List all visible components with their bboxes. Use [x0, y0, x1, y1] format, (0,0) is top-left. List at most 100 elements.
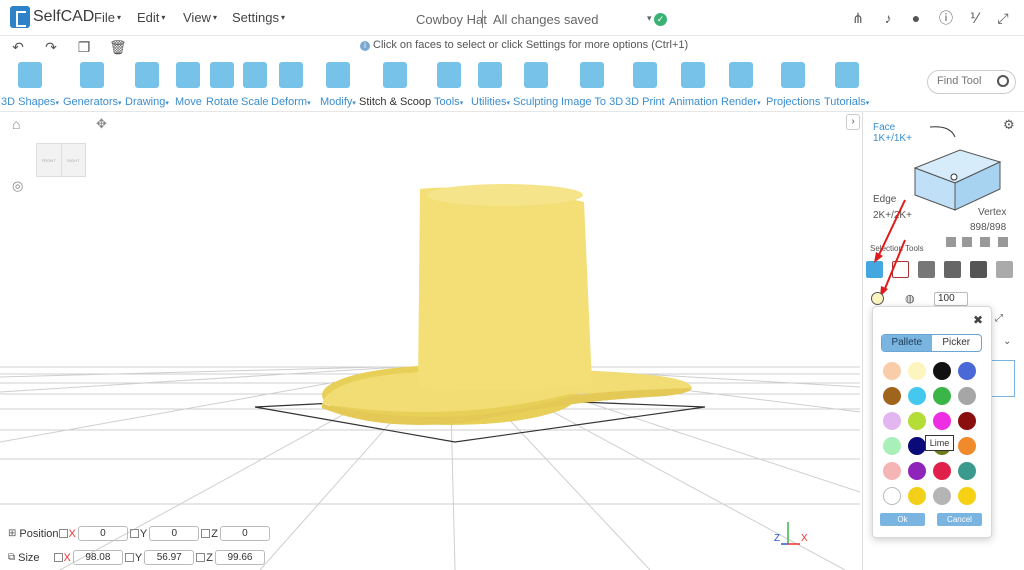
color-swatch[interactable] — [908, 462, 926, 480]
scene-canvas[interactable] — [0, 112, 860, 570]
tool-3d-shapes[interactable]: 3D Shapes▾ — [1, 62, 59, 108]
tool-sculpting[interactable]: Sculpting — [513, 62, 558, 108]
color-swatch[interactable] — [958, 412, 976, 430]
tool-dropdown-chevron-icon[interactable]: ▾ — [165, 100, 169, 107]
tool-dropdown-chevron-icon[interactable]: ▾ — [757, 100, 761, 107]
tool-deform[interactable]: Deform▾ — [271, 62, 311, 108]
opacity-input[interactable]: 100 — [934, 292, 968, 306]
color-swatch[interactable] — [908, 387, 926, 405]
units-toggle-icon[interactable]: ⅟ — [966, 10, 982, 26]
select-tool-a-icon[interactable] — [946, 237, 956, 247]
current-color-swatch[interactable] — [871, 292, 884, 305]
document-title[interactable]: Cowboy Hat — [416, 12, 487, 27]
panel-section-chevron-icon[interactable]: ⌄ — [1003, 336, 1011, 347]
cowboy-hat-model[interactable] — [322, 184, 692, 425]
search-icon[interactable] — [997, 75, 1009, 87]
select-tool-c-icon[interactable] — [980, 237, 990, 247]
tool-modify[interactable]: Modify▾ — [320, 62, 356, 108]
tool-scale[interactable]: Scale — [241, 62, 269, 108]
tool-generators[interactable]: Generators▾ — [63, 62, 122, 108]
select-dark-cube-icon[interactable] — [970, 261, 987, 278]
collapse-panel-chevron-icon[interactable]: › — [846, 114, 860, 130]
tool-rotate[interactable]: Rotate — [206, 62, 238, 108]
menu-file[interactable]: File — [94, 10, 121, 25]
fullscreen-icon[interactable]: ⤢ — [995, 10, 1011, 26]
color-swatch[interactable] — [958, 362, 976, 380]
home-view-icon[interactable]: ⌂ — [12, 116, 20, 132]
size-y-input[interactable]: 56.97 — [144, 550, 195, 565]
color-swatch[interactable] — [908, 412, 926, 430]
undo-icon[interactable]: ↶ — [10, 39, 26, 55]
color-swatch[interactable] — [958, 462, 976, 480]
tool-dropdown-chevron-icon[interactable]: ▾ — [55, 100, 59, 107]
select-edge-cube-icon[interactable] — [944, 261, 961, 278]
camera-orbit-icon[interactable]: ✥ — [96, 116, 107, 132]
share-icon[interactable]: ⋔ — [850, 10, 866, 26]
color-swatch[interactable] — [958, 387, 976, 405]
size-y-lock-checkbox[interactable] — [124, 553, 134, 562]
color-swatch[interactable] — [958, 487, 976, 505]
selfcad-logo[interactable]: SelfCAD — [10, 6, 94, 28]
find-tool-input[interactable] — [937, 75, 993, 87]
size-x-input[interactable]: 98.08 — [72, 550, 123, 565]
user-account-icon[interactable]: ● — [908, 10, 924, 26]
close-icon[interactable]: ✖ — [973, 313, 983, 327]
selection-mode-cube-illustration[interactable] — [910, 125, 1005, 215]
position-x-input[interactable]: 0 — [77, 526, 128, 541]
tool-tutorials[interactable]: Tutorials▾ — [824, 62, 869, 108]
3d-viewport[interactable]: ⌂ ✥ ◎ FRONT RIGHT Z X — [0, 112, 860, 570]
cancel-button[interactable]: Cancel — [937, 513, 982, 526]
tool-tools[interactable]: Tools▾ — [434, 62, 463, 108]
color-swatch[interactable] — [908, 437, 926, 455]
size-x-lock-checkbox[interactable] — [53, 553, 63, 562]
tab-picker[interactable]: Picker — [932, 335, 982, 351]
position-y-lock-checkbox[interactable] — [129, 529, 139, 538]
size-z-input[interactable]: 99.66 — [214, 550, 265, 565]
panel-expand-icon[interactable]: ⤢ — [995, 313, 1003, 324]
tool-projections[interactable]: Projections — [766, 62, 820, 108]
tool-dropdown-chevron-icon[interactable]: ▾ — [307, 100, 311, 107]
select-tool-b-icon[interactable] — [962, 237, 972, 247]
menu-edit[interactable]: Edit — [137, 10, 165, 25]
tool-animation[interactable]: Animation — [669, 62, 718, 108]
select-plane-icon[interactable] — [996, 261, 1013, 278]
tool-dropdown-chevron-icon[interactable]: ▾ — [118, 100, 122, 107]
color-swatch[interactable] — [933, 387, 951, 405]
ok-button[interactable]: Ok — [880, 513, 925, 526]
tool-dropdown-chevron-icon[interactable]: ▾ — [352, 100, 356, 107]
color-swatch[interactable] — [933, 487, 951, 505]
tool-3d-print[interactable]: 3D Print — [625, 62, 665, 108]
color-swatch[interactable] — [883, 362, 901, 380]
menu-view[interactable]: View — [183, 10, 217, 25]
select-tool-d-icon[interactable] — [998, 237, 1008, 247]
vertex-mode-label[interactable]: Vertex — [978, 207, 1006, 218]
color-swatch[interactable] — [883, 487, 901, 505]
menu-settings[interactable]: Settings — [232, 10, 285, 25]
copy-icon[interactable]: ❐ — [76, 39, 92, 55]
perspective-globe-icon[interactable]: ◎ — [12, 178, 23, 194]
tool-utilities[interactable]: Utilities▾ — [471, 62, 510, 108]
color-swatch[interactable] — [933, 412, 951, 430]
delete-trash-icon[interactable]: 🗑 — [109, 39, 127, 55]
tool-drawing[interactable]: Drawing▾ — [125, 62, 169, 108]
find-tool-search[interactable] — [927, 70, 1016, 94]
color-swatch[interactable] — [883, 387, 901, 405]
color-swatch[interactable] — [958, 437, 976, 455]
tool-dropdown-chevron-icon[interactable]: ▾ — [866, 100, 870, 107]
position-z-input[interactable]: 0 — [219, 526, 270, 541]
face-mode-label[interactable]: Face — [873, 122, 895, 133]
color-swatch[interactable] — [933, 462, 951, 480]
tool-image-to-3d[interactable]: Image To 3D — [561, 62, 623, 108]
texture-ball-icon[interactable]: ◍ — [905, 292, 915, 305]
tool-stitch-scoop[interactable]: Stitch & Scoop — [359, 62, 431, 108]
tool-dropdown-chevron-icon[interactable]: ▾ — [460, 100, 464, 107]
color-swatch[interactable] — [883, 437, 901, 455]
select-grid-cube-icon[interactable] — [918, 261, 935, 278]
color-swatch[interactable] — [883, 462, 901, 480]
view-cube-front[interactable]: FRONT — [37, 144, 62, 176]
color-swatch[interactable] — [883, 412, 901, 430]
tool-dropdown-chevron-icon[interactable]: ▾ — [506, 100, 510, 107]
position-x-lock-checkbox[interactable] — [58, 529, 68, 538]
tool-move[interactable]: Move — [175, 62, 202, 108]
tool-render[interactable]: Render▾ — [721, 62, 761, 108]
